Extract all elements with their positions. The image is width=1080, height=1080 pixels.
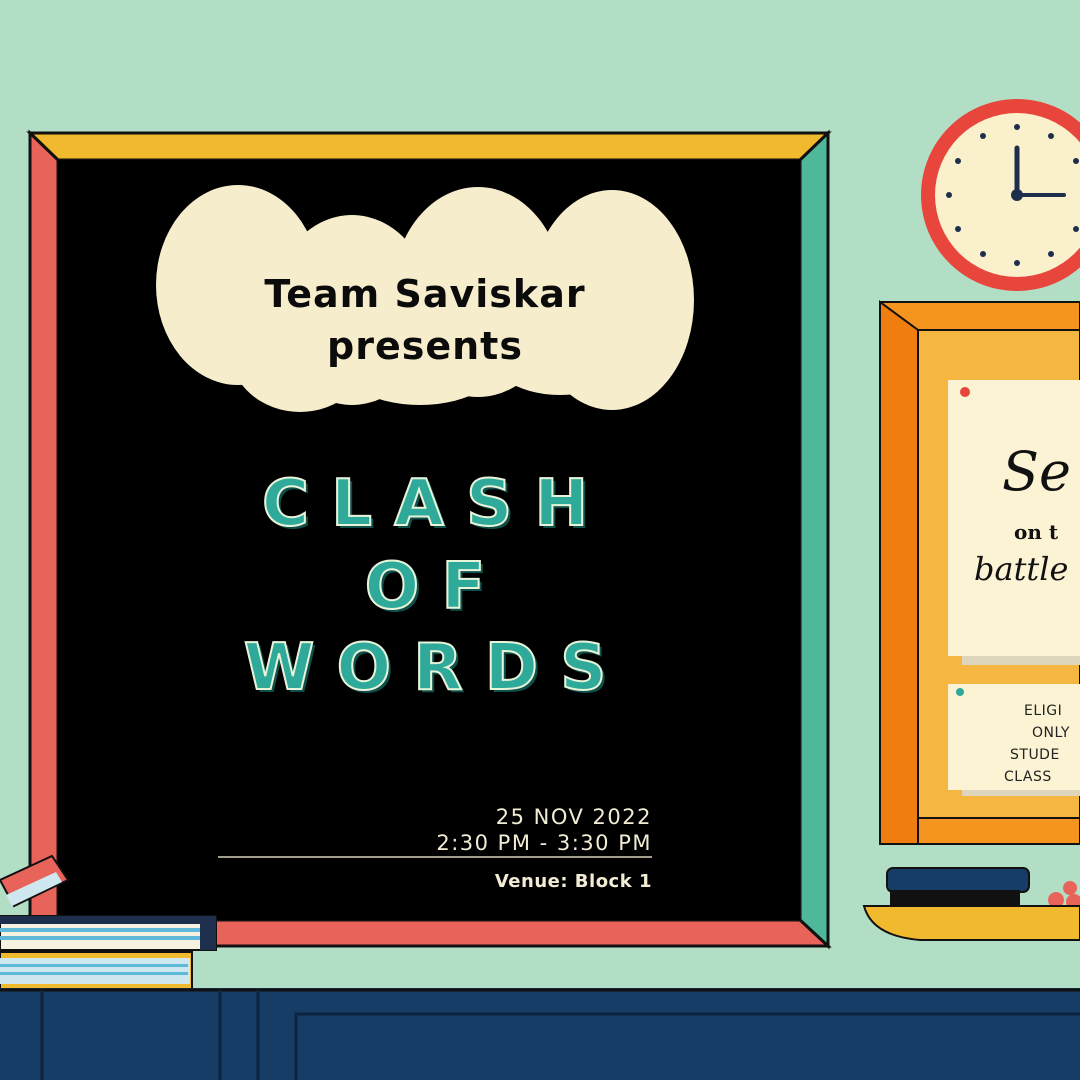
presenter-line-2: presents (327, 324, 523, 368)
note-line-1: ELIGI (1024, 703, 1063, 719)
note-script-2: on t (1014, 520, 1059, 544)
title-line-of: O F (364, 550, 486, 624)
stamp-tray (862, 867, 1080, 941)
note-line-3: STUDE (1010, 747, 1060, 763)
presenter-heading: Team Saviskar presents (190, 268, 660, 372)
event-time: 2:30 PM - 3:30 PM (436, 831, 652, 855)
note-line-2: ONLY (1032, 725, 1070, 741)
title-line-words: W O R D S (243, 631, 608, 705)
presenter-line-1: Team Saviskar (264, 272, 586, 316)
note-script-1: Se (1002, 440, 1071, 503)
title-line-clash: C L A S H (261, 467, 589, 541)
event-date: 25 NOV 2022 (495, 805, 652, 829)
event-venue: Venue: Block 1 (494, 871, 652, 892)
note-script-3: battle (974, 550, 1069, 588)
note-eligibility: ELIGI ONLY STUDE CLASS (1004, 700, 1080, 788)
note-line-4: CLASS (1004, 769, 1052, 785)
wall-clock-icon (921, 99, 1080, 291)
cabinet (0, 988, 1080, 1080)
